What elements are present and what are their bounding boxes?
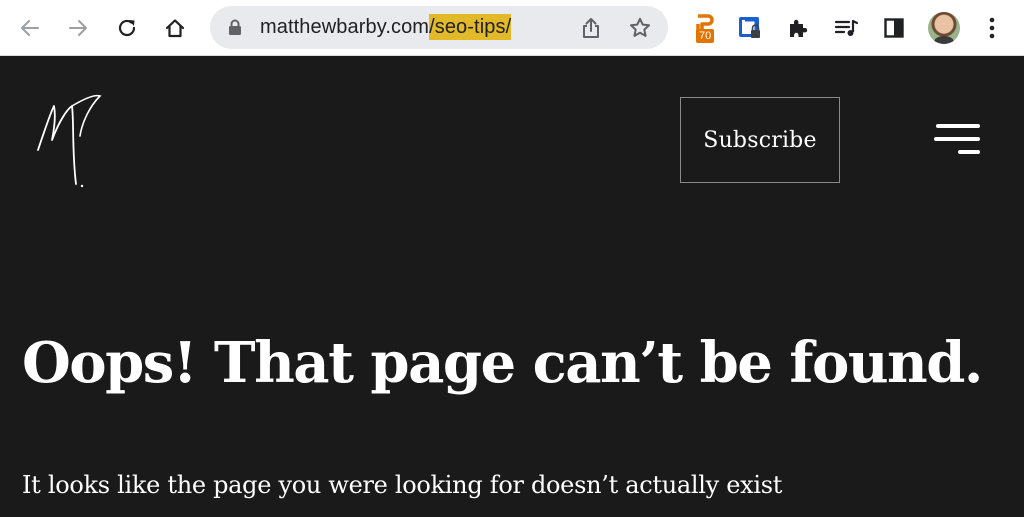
reading-list-icon <box>834 19 859 36</box>
site-logo[interactable] <box>34 92 106 190</box>
puzzle-icon <box>790 19 808 37</box>
back-button[interactable] <box>13 11 47 45</box>
star-icon[interactable] <box>628 16 652 40</box>
menu-line-top <box>936 124 980 128</box>
extension-badge: 70 <box>696 29 715 43</box>
subscribe-button[interactable]: Subscribe <box>680 97 840 183</box>
extension-button-orange[interactable]: 70 <box>689 12 721 44</box>
page-title: Oops! That page can’t be found. <box>22 330 983 396</box>
reload-button[interactable] <box>110 11 144 45</box>
page-subtitle: It looks like the page you were looking … <box>22 471 783 499</box>
share-icon[interactable] <box>580 16 602 40</box>
lock-icon <box>229 19 241 35</box>
url-text[interactable]: matthewbarby.com/seo-tips/ <box>260 6 512 49</box>
home-button[interactable] <box>158 11 192 45</box>
forward-button[interactable] <box>61 11 95 45</box>
url-domain: matthewbarby.com <box>260 16 430 38</box>
reading-list-button[interactable] <box>830 12 862 44</box>
side-panel-icon <box>884 18 904 38</box>
page-content: Subscribe Oops! That page can’t be found… <box>0 56 1024 517</box>
menu-line-bottom <box>958 150 980 154</box>
hamburger-menu-icon[interactable] <box>934 122 982 160</box>
browser-toolbar: matthewbarby.com/seo-tips/ 70 <box>0 0 1024 56</box>
side-panel-button[interactable] <box>878 12 910 44</box>
reload-icon <box>118 19 136 37</box>
kebab-menu-icon <box>989 17 995 39</box>
profile-avatar[interactable] <box>928 12 960 44</box>
extensions-button[interactable] <box>782 12 814 44</box>
browser-menu-button[interactable] <box>976 12 1008 44</box>
arrow-right-icon <box>69 20 87 36</box>
menu-line-middle <box>934 137 980 141</box>
extension-button-blue[interactable] <box>734 12 766 44</box>
extension-lock-icon <box>739 17 760 38</box>
address-bar[interactable]: matthewbarby.com/seo-tips/ <box>210 6 668 49</box>
home-icon <box>165 19 185 38</box>
arrow-left-icon <box>21 20 39 36</box>
url-highlighted-path: /seo-tips/ <box>429 14 512 40</box>
